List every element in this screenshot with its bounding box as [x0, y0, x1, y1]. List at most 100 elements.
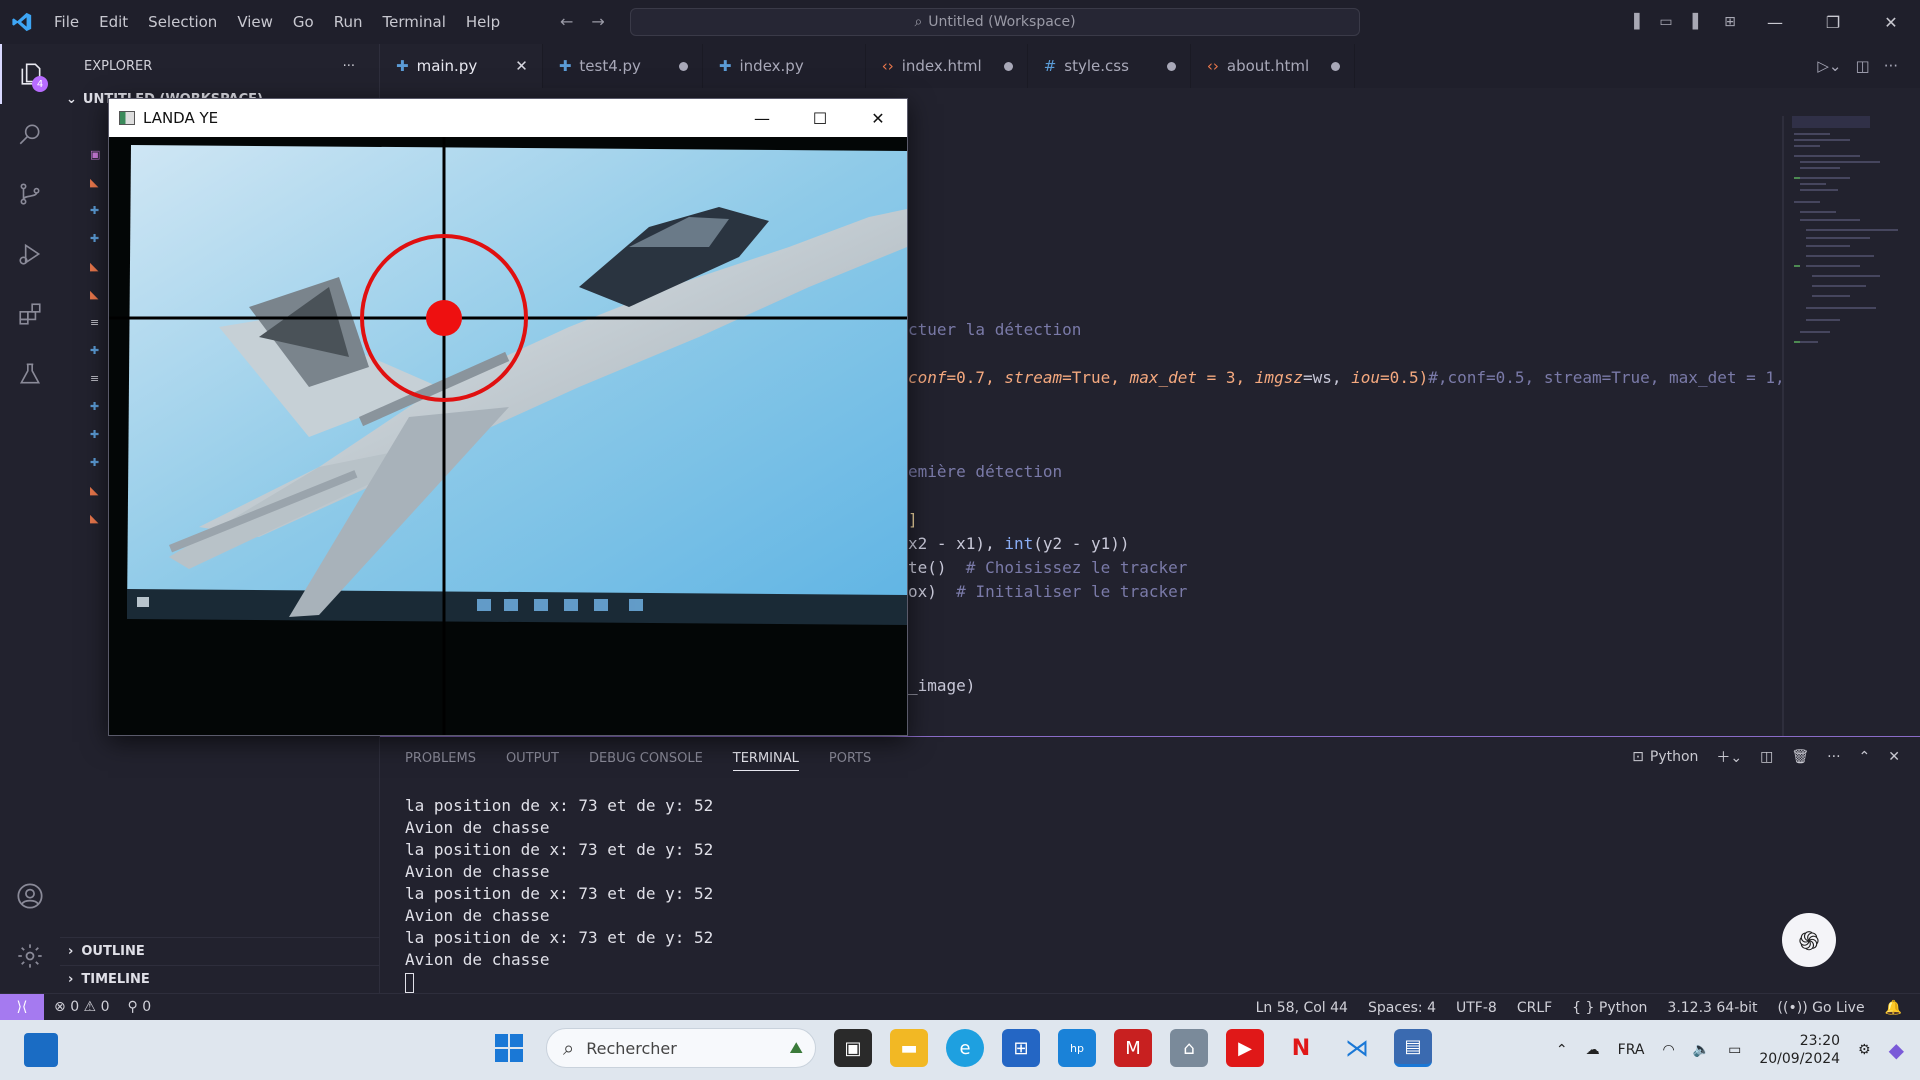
- menu-terminal[interactable]: Terminal: [373, 13, 456, 31]
- more-actions-icon[interactable]: ···: [343, 59, 355, 74]
- tab-main-py[interactable]: ✚ main.py ✕: [380, 44, 543, 88]
- toggle-secondary-sidebar-icon[interactable]: ▌: [1682, 0, 1714, 44]
- maximize-panel-icon[interactable]: ⌃: [1859, 749, 1871, 765]
- close-tab-icon[interactable]: ✕: [515, 57, 528, 75]
- split-editor-icon[interactable]: ◫: [1856, 57, 1870, 75]
- restore-button[interactable]: ❐: [1804, 0, 1862, 44]
- copilot-taskbar-icon[interactable]: ◆: [1889, 1038, 1904, 1062]
- terminal-line: la position de x: 73 et de y: 52: [405, 928, 714, 947]
- source-control-icon[interactable]: [0, 164, 60, 224]
- testing-icon[interactable]: [0, 344, 60, 404]
- myhp-icon[interactable]: hp: [1058, 1029, 1096, 1067]
- tab-ports[interactable]: PORTS: [829, 751, 871, 771]
- unsaved-dot-icon[interactable]: [1331, 61, 1341, 71]
- menu-selection[interactable]: Selection: [138, 13, 227, 31]
- python-interpreter[interactable]: 3.12.3 64-bit: [1667, 1000, 1757, 1016]
- extensions-icon[interactable]: [0, 284, 60, 344]
- menu-view[interactable]: View: [227, 13, 283, 31]
- indentation[interactable]: Spaces: 4: [1368, 1000, 1436, 1016]
- widgets-icon[interactable]: [24, 1033, 58, 1067]
- settings-gear-icon[interactable]: [0, 926, 60, 986]
- unsaved-dot-icon[interactable]: [1166, 61, 1176, 71]
- menu-run[interactable]: Run: [324, 13, 373, 31]
- file-explorer-icon[interactable]: ▬: [890, 1029, 928, 1067]
- line-endings[interactable]: CRLF: [1517, 1000, 1552, 1016]
- split-terminal-icon[interactable]: ◫: [1760, 749, 1773, 765]
- toggle-panel-icon[interactable]: ▭: [1650, 0, 1682, 44]
- explorer-icon[interactable]: 4: [0, 44, 60, 104]
- menu-edit[interactable]: Edit: [89, 13, 138, 31]
- run-python-icon[interactable]: ▷⌄: [1817, 57, 1841, 75]
- menu-go[interactable]: Go: [283, 13, 324, 31]
- input-language[interactable]: FRA: [1618, 1042, 1645, 1058]
- tab-style-css[interactable]: # style.css: [1028, 44, 1191, 88]
- remote-icon[interactable]: ⟩⟨: [0, 993, 44, 1021]
- customize-layout-icon[interactable]: ⊞: [1714, 0, 1746, 44]
- task-view-icon[interactable]: ▣: [834, 1029, 872, 1067]
- microsoft-store-icon[interactable]: ⊞: [1002, 1029, 1040, 1067]
- unsaved-dot-icon[interactable]: [678, 61, 688, 71]
- onedrive-icon[interactable]: ☁: [1586, 1042, 1600, 1058]
- copilot-icon[interactable]: ֍: [1782, 913, 1836, 967]
- forward-arrow-icon[interactable]: →: [591, 12, 604, 31]
- unsaved-dot-icon[interactable]: [1003, 61, 1013, 71]
- go-live-button[interactable]: ((•)) Go Live: [1778, 1000, 1865, 1016]
- encoding[interactable]: UTF-8: [1456, 1000, 1497, 1016]
- tab-index-py[interactable]: ✚ index.py: [703, 44, 866, 88]
- edge-browser-icon[interactable]: e: [946, 1029, 984, 1067]
- preview-title-bar[interactable]: LANDA YE — ☐ ✕: [109, 99, 907, 137]
- clock[interactable]: 23:20 20/09/2024: [1759, 1032, 1840, 1068]
- mcafee-icon[interactable]: M: [1114, 1029, 1152, 1067]
- taskbar-search[interactable]: ⌕ Rechercher ⛰: [546, 1028, 816, 1068]
- outline-section[interactable]: › OUTLINE: [60, 937, 380, 965]
- new-terminal-icon[interactable]: ＋⌄: [1716, 747, 1742, 767]
- minimap[interactable]: [1790, 116, 1900, 356]
- opencv-preview-window[interactable]: LANDA YE — ☐ ✕: [108, 98, 908, 736]
- close-panel-icon[interactable]: ✕: [1888, 749, 1900, 765]
- tab-about-html[interactable]: ‹› about.html: [1191, 44, 1356, 88]
- battery-icon[interactable]: ▭: [1728, 1042, 1741, 1058]
- timeline-section[interactable]: › TIMELINE: [60, 965, 380, 993]
- start-windows-icon[interactable]: [490, 1029, 528, 1067]
- command-center-search[interactable]: ⌕ Untitled (Workspace): [630, 8, 1360, 36]
- close-button[interactable]: ✕: [1862, 0, 1920, 44]
- netflix-icon[interactable]: N: [1282, 1029, 1320, 1067]
- more-actions-icon[interactable]: ···: [1884, 57, 1898, 75]
- minimize-button[interactable]: —: [1746, 0, 1804, 44]
- wifi-icon[interactable]: ◠: [1662, 1042, 1674, 1058]
- search-icon[interactable]: [0, 104, 60, 164]
- back-arrow-icon[interactable]: ←: [560, 12, 573, 31]
- tab-output[interactable]: OUTPUT: [506, 751, 559, 771]
- code-token: =0.5): [1380, 368, 1429, 387]
- close-button[interactable]: ✕: [849, 99, 907, 137]
- menu-help[interactable]: Help: [456, 13, 510, 31]
- cursor-position[interactable]: Ln 58, Col 44: [1256, 1000, 1348, 1016]
- tab-index-html[interactable]: ‹› index.html: [866, 44, 1028, 88]
- toggle-primary-sidebar-icon[interactable]: ▐: [1618, 0, 1650, 44]
- problems-status[interactable]: ⊗ 0 ⚠ 0: [54, 999, 109, 1015]
- minimize-button[interactable]: —: [733, 99, 791, 137]
- notifications-icon[interactable]: ⚙: [1858, 1042, 1871, 1058]
- language-mode[interactable]: { } Python: [1572, 1000, 1647, 1016]
- volume-icon[interactable]: 🔈: [1693, 1042, 1710, 1058]
- terminal-output[interactable]: la position de x: 73 et de y: 52 Avion de…: [405, 795, 713, 993]
- maximize-button[interactable]: ☐: [791, 99, 849, 137]
- app-icon[interactable]: ⌂: [1170, 1029, 1208, 1067]
- terminal-shell-selector[interactable]: ⊡ Python: [1632, 749, 1698, 765]
- editor-scrollbar[interactable]: [1782, 116, 1784, 736]
- trash-icon[interactable]: 🗑: [1791, 749, 1809, 765]
- notifications-bell-icon[interactable]: 🔔: [1885, 1000, 1902, 1016]
- tab-debug-console[interactable]: DEBUG CONSOLE: [589, 751, 703, 771]
- vscode-taskbar-icon[interactable]: ⋊: [1338, 1029, 1376, 1067]
- python-taskbar-icon[interactable]: ▤: [1394, 1029, 1432, 1067]
- ports-status[interactable]: ⚲ 0: [127, 999, 151, 1015]
- show-hidden-icons-icon[interactable]: ⌃: [1556, 1042, 1568, 1058]
- tab-problems[interactable]: PROBLEMS: [405, 751, 476, 771]
- menu-file[interactable]: File: [44, 13, 89, 31]
- tab-test4-py[interactable]: ✚ test4.py: [543, 44, 703, 88]
- run-debug-icon[interactable]: [0, 224, 60, 284]
- youtube-icon[interactable]: ▶: [1226, 1029, 1264, 1067]
- accounts-icon[interactable]: [0, 866, 60, 926]
- more-actions-icon[interactable]: ···: [1827, 749, 1840, 765]
- tab-terminal[interactable]: TERMINAL: [732, 751, 799, 771]
